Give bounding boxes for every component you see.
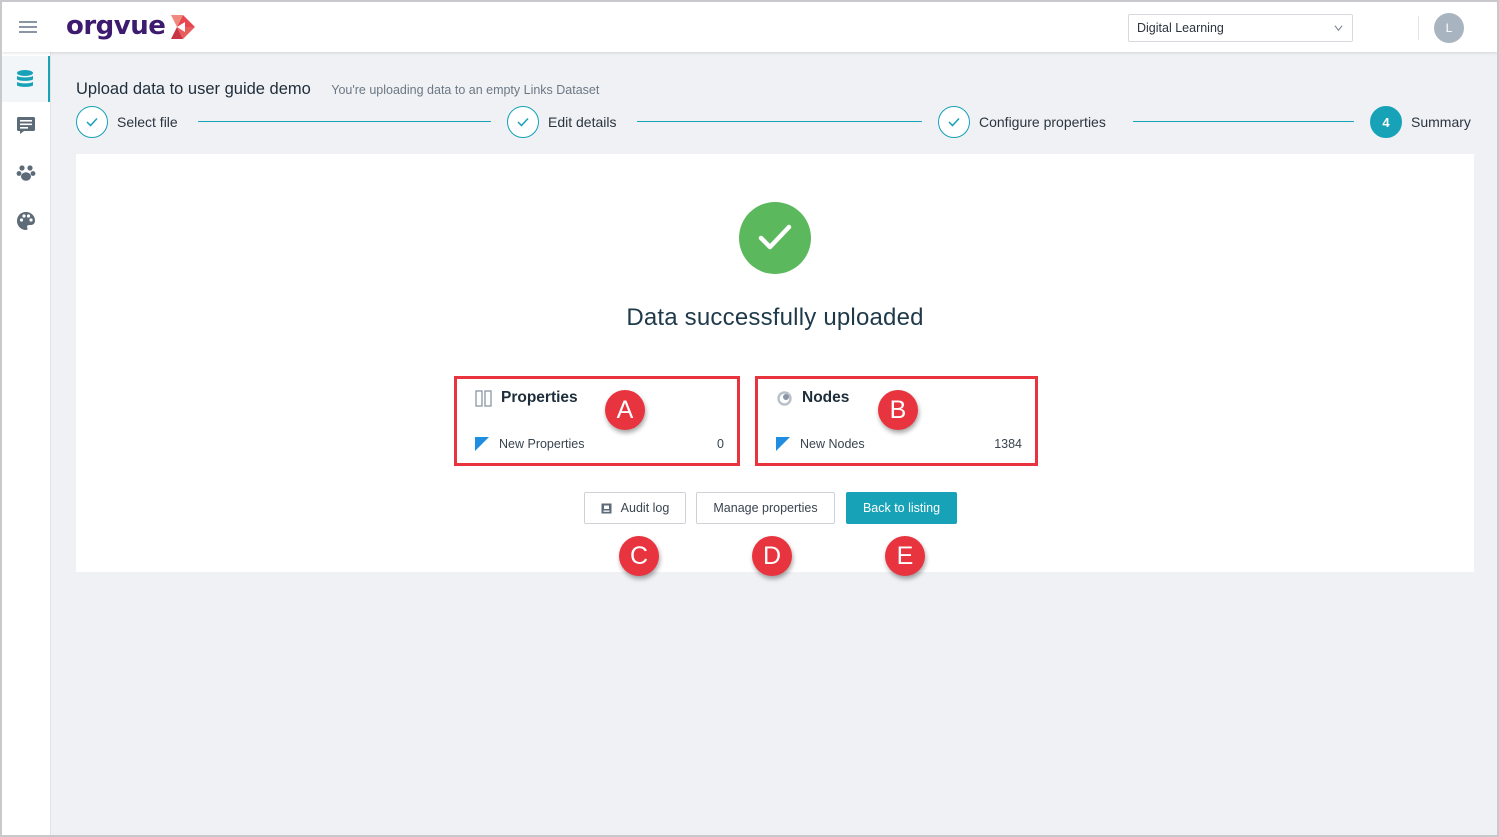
new-nodes-count: 1384: [994, 437, 1022, 451]
page-header: Upload data to user guide demo You're up…: [76, 80, 599, 99]
step-select-file: Select file: [76, 106, 178, 138]
database-icon: [17, 70, 33, 87]
sidebar-item-people[interactable]: [2, 150, 50, 196]
step-edit-details: Edit details: [507, 106, 616, 138]
step-summary: 4 Summary: [1370, 106, 1471, 138]
sidebar-item-themes[interactable]: [2, 198, 50, 244]
orgvue-logo[interactable]: orgvue: [66, 8, 197, 44]
manage-properties-label: Manage properties: [713, 501, 818, 515]
avatar-initial: L: [1445, 21, 1453, 35]
app-window: orgvue Digital Learning L Upload data to…: [0, 0, 1499, 837]
workspace-select-value: Digital Learning: [1137, 21, 1224, 35]
audit-log-label: Audit log: [620, 501, 670, 515]
step-label: Summary: [1411, 114, 1471, 130]
page-subtitle: You're uploading data to an empty Links …: [331, 83, 600, 97]
step-connector: [637, 121, 922, 122]
callout-badge-e: E: [885, 536, 925, 576]
back-to-listing-button[interactable]: Back to listing: [846, 492, 957, 524]
hamburger-menu-icon[interactable]: [19, 21, 37, 33]
success-message: Data successfully uploaded: [626, 304, 924, 331]
nodes-header: Nodes: [776, 389, 849, 407]
workspace-select[interactable]: Digital Learning: [1128, 14, 1353, 42]
step-complete-check-icon: [507, 106, 539, 138]
new-nodes-label: New Nodes: [800, 437, 865, 451]
step-configure-properties: Configure properties: [938, 106, 1106, 138]
header-divider: [1418, 16, 1419, 40]
download-icon: [601, 503, 612, 513]
step-label: Select file: [117, 114, 178, 130]
triangle-flag-icon: [776, 437, 790, 451]
logo-text: orgvue: [66, 11, 166, 41]
step-label: Edit details: [548, 114, 617, 130]
upload-stepper: Select file Edit details Configure prope…: [76, 106, 1474, 140]
step-number: 4: [1370, 106, 1402, 138]
audit-log-button[interactable]: Audit log: [584, 492, 686, 524]
step-complete-check-icon: [938, 106, 970, 138]
new-properties-row: New Properties 0: [475, 437, 724, 451]
properties-title: Properties: [501, 389, 578, 406]
back-to-listing-label: Back to listing: [862, 501, 941, 515]
callout-badge-a: A: [605, 390, 645, 430]
top-bar: orgvue Digital Learning L: [2, 2, 1497, 52]
page-title: Upload data to user guide demo: [76, 80, 311, 98]
callout-badge-b: B: [878, 390, 918, 430]
summary-card: Data successfully uploaded Properties Ne…: [76, 154, 1474, 576]
step-connector: [198, 121, 491, 122]
manage-properties-button[interactable]: Manage properties: [696, 492, 835, 524]
step-label: Configure properties: [979, 114, 1106, 130]
sidebar-item-reports[interactable]: [2, 102, 50, 148]
step-complete-check-icon: [76, 106, 108, 138]
paw-icon: [16, 165, 36, 181]
callout-badge-c: C: [619, 536, 659, 576]
user-avatar[interactable]: L: [1434, 13, 1464, 43]
callout-badge-d: D: [752, 536, 792, 576]
success-check-icon: [739, 202, 811, 274]
sidebar: [2, 52, 51, 835]
new-nodes-row: New Nodes 1384: [776, 437, 1022, 451]
palette-icon: [17, 212, 35, 230]
chevron-down-icon: [1334, 25, 1343, 32]
new-properties-count: 0: [717, 437, 724, 451]
columns-icon: [475, 389, 492, 407]
new-properties-label: New Properties: [499, 437, 585, 451]
step-connector: [1133, 121, 1354, 122]
list-icon: [17, 117, 35, 134]
logo-mark-icon: [171, 15, 196, 39]
properties-summary-box: Properties New Properties 0: [454, 376, 740, 466]
properties-header: Properties: [475, 389, 578, 407]
triangle-flag-icon: [475, 437, 489, 451]
sidebar-item-datasets[interactable]: [2, 56, 50, 102]
nodes-title: Nodes: [802, 389, 850, 406]
node-circle-icon: [777, 390, 792, 406]
